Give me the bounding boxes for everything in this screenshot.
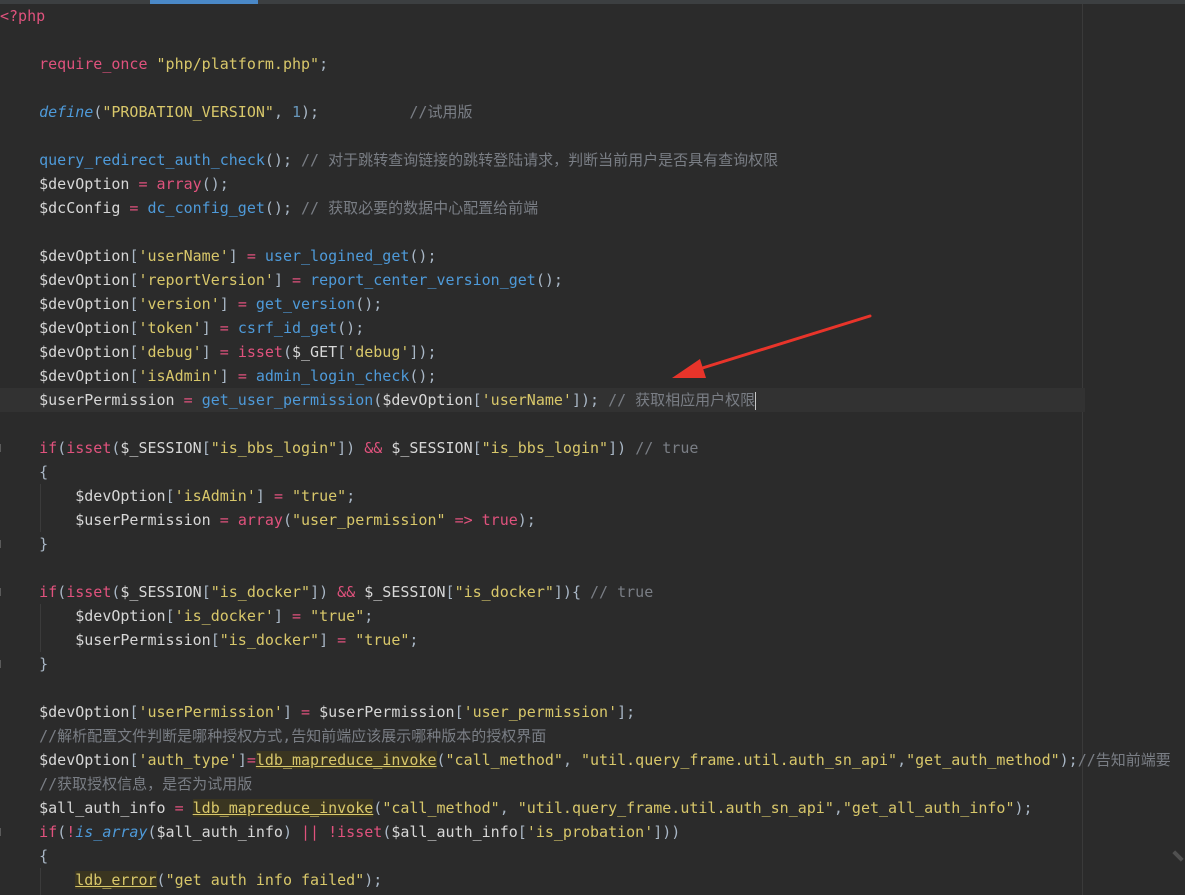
red-annotation-arrow	[672, 314, 872, 378]
